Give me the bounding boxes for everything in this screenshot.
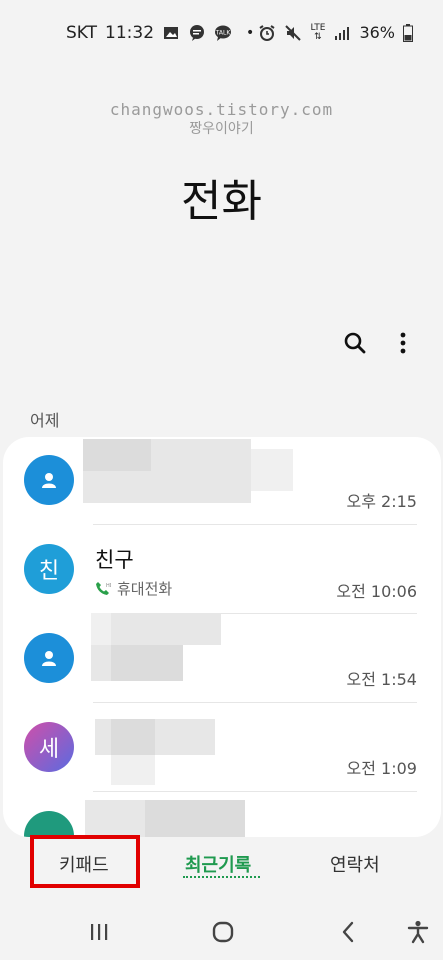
redacted-name	[83, 439, 151, 471]
status-left: SKT 11:32 TALK •	[66, 23, 254, 43]
redacted-name	[85, 800, 145, 837]
search-icon	[344, 332, 366, 354]
call-log-item[interactable]: 세 오전 1:09	[3, 704, 441, 792]
more-vert-icon	[400, 332, 406, 354]
avatar	[24, 455, 74, 505]
page-title: 전화	[181, 176, 262, 227]
battery-percent: 36%	[359, 23, 395, 42]
call-log-item[interactable]: 친 친구 HD 휴대전화 오전 10:06	[3, 526, 441, 614]
svg-text:TALK: TALK	[215, 30, 232, 37]
gallery-icon	[164, 27, 179, 39]
accessibility-icon	[407, 920, 429, 944]
recent-calls-list: 오후 2:15 친 친구 HD 휴대전화 오전 10:06 오전 1:54 세 …	[3, 437, 441, 837]
tab-recents[interactable]: 최근기록	[185, 851, 251, 877]
more-options-button[interactable]	[390, 330, 416, 356]
active-tab-indicator	[183, 876, 260, 878]
divider	[93, 791, 417, 792]
battery-icon	[403, 23, 413, 42]
contact-name: 친구	[95, 548, 134, 572]
redacted-name	[111, 613, 221, 645]
phone-type-label: 휴대전화	[117, 580, 173, 598]
back-button[interactable]	[333, 917, 363, 947]
call-time: 오전 10:06	[336, 582, 417, 601]
back-icon	[342, 921, 354, 943]
person-icon	[42, 473, 56, 488]
call-time: 오전 1:09	[346, 759, 417, 778]
recent-apps-button[interactable]	[84, 917, 114, 947]
avatar: 친	[24, 544, 74, 594]
svg-text:HD: HD	[106, 583, 111, 589]
watermark-blog-name: 짱우이야기	[189, 121, 254, 137]
redacted-name	[111, 719, 155, 755]
date-section-yesterday: 어제	[30, 411, 60, 430]
divider	[93, 702, 417, 703]
home-button[interactable]	[208, 917, 238, 947]
hd-call-icon: HD	[96, 581, 111, 595]
highlight-box	[30, 835, 140, 888]
clock: 11:32	[105, 23, 155, 43]
divider	[93, 524, 417, 525]
accessibility-button[interactable]	[403, 917, 433, 947]
home-icon	[212, 921, 234, 943]
talk-icon: TALK	[215, 25, 232, 41]
call-log-item[interactable]: 오후 2:15	[3, 437, 441, 525]
avatar	[24, 633, 74, 683]
carrier: SKT	[66, 23, 98, 43]
call-time: 오전 1:54	[346, 670, 417, 689]
call-time: 오후 2:15	[346, 492, 417, 511]
network-type: LTE ⇅	[310, 22, 326, 42]
person-icon	[42, 651, 56, 666]
recent-apps-icon	[91, 924, 108, 940]
system-nav-bar	[0, 905, 443, 960]
call-type: HD 휴대전화	[95, 578, 172, 599]
status-right: LTE ⇅ 36%	[258, 23, 413, 42]
call-log-item[interactable]	[3, 793, 441, 837]
chat-icon	[190, 25, 205, 41]
status-bar: SKT 11:32 TALK • LTE ⇅ 36%	[0, 0, 443, 68]
signal-icon	[335, 26, 350, 40]
mute-icon	[285, 24, 302, 41]
tab-contacts[interactable]: 연락처	[330, 851, 380, 877]
watermark-url: changwoos.tistory.com	[109, 100, 334, 119]
avatar: 세	[24, 722, 74, 772]
notification-dot: •	[246, 25, 255, 41]
call-log-item[interactable]: 오전 1:54	[3, 613, 441, 703]
avatar	[24, 811, 74, 837]
alarm-icon	[259, 24, 276, 41]
search-button[interactable]	[342, 330, 368, 356]
